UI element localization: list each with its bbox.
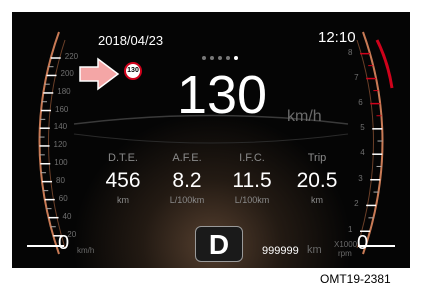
info-value: 20.5	[296, 169, 338, 192]
speedometer-tick-label: 180	[57, 86, 71, 96]
figure-caption: OMT19-2381	[320, 272, 391, 286]
tachometer-tick-label: 1	[348, 225, 353, 235]
speedometer-tick-label: 160	[55, 104, 69, 114]
info-unit: L/100km	[234, 195, 270, 205]
tachometer-tick-label: 7	[354, 72, 359, 82]
date-display: 2018/04/23	[98, 33, 164, 48]
tachometer-tick-label: 5	[360, 122, 365, 132]
info-value: 11.5	[232, 169, 272, 192]
current-speed: 130	[176, 65, 268, 125]
tachometer-ticks	[360, 52, 383, 233]
tachometer-tick-label: 3	[358, 173, 363, 183]
info-unit: L/100km	[169, 195, 205, 205]
page-dot-active	[234, 56, 238, 60]
instrument-cluster-screen: 220 200 180 160 140 120 100 80 60 40 20 87654321 2…	[12, 12, 410, 268]
tachometer-tick-label: 4	[360, 148, 365, 158]
speedometer-tick-label: 40	[62, 211, 72, 221]
info-dte: D.T.E. 456 km	[88, 152, 158, 205]
speedometer-tick-label: 100	[54, 157, 68, 167]
info-unit: km	[117, 195, 129, 205]
tachometer-zero: 0	[357, 232, 369, 254]
speedometer-tick-label: 120	[53, 139, 67, 149]
clock-display: 12:10	[318, 29, 356, 46]
dashboard-curve-lower	[73, 133, 349, 144]
page-indicator	[202, 56, 238, 60]
info-ifc: I.F.C. 11.5 L/100km	[217, 152, 287, 205]
speedometer-tick-label: 140	[53, 122, 68, 132]
info-label: D.T.E.	[108, 152, 138, 164]
page-dot	[210, 56, 214, 60]
tachometer-tick-label: 6	[358, 97, 363, 107]
info-value: 456	[105, 169, 141, 192]
tachometer-unit-multiplier: X1000	[334, 240, 358, 249]
info-label: A.F.E.	[172, 152, 202, 164]
info-label: Trip	[307, 152, 327, 164]
speedometer-tick-label: 60	[58, 193, 68, 203]
gear-indicator: D	[195, 226, 243, 262]
speed-limit-sign-icon: 130	[124, 62, 142, 80]
info-afe: A.F.E. 8.2 L/100km	[152, 152, 222, 205]
tachometer-tick-label: 8	[348, 47, 353, 57]
tachometer-redline	[375, 39, 394, 89]
tachometer-inner-arc	[356, 39, 374, 249]
odometer-unit: km	[307, 244, 322, 256]
speed-unit: km/h	[287, 108, 322, 125]
speedometer-tick-label: 200	[60, 69, 74, 79]
info-value: 8.2	[172, 169, 202, 192]
speedometer-tick-label: 80	[56, 175, 65, 185]
info-unit: km	[311, 195, 323, 205]
tachometer-unit: rpm	[338, 249, 352, 258]
speedometer-tick-label: 220	[64, 52, 79, 61]
info-label: I.F.C.	[239, 152, 265, 164]
tachometer-tick-label: 2	[354, 199, 359, 209]
page-dot	[226, 56, 230, 60]
speedometer-unit: km/h	[77, 246, 95, 255]
odometer-value: 999999	[262, 245, 299, 257]
info-trip: Trip 20.5 km	[282, 152, 352, 205]
page-dot	[202, 56, 206, 60]
page-dot	[218, 56, 222, 60]
pointer-arrow-icon	[79, 57, 120, 91]
speedometer-zero: 0	[58, 232, 70, 254]
